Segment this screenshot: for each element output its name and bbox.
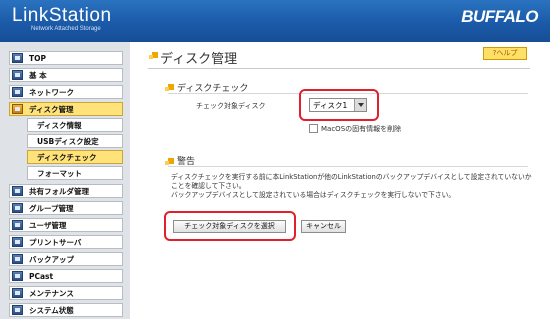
sidebar: TOP 基 本 ネットワーク ディスク管理 ディスク情報 USBディスク設定 デ… [0,42,130,319]
warning-text-line: ディスクチェックを実行する前に本LinkStationが他のLinkStatio… [171,173,532,181]
sidebar-item-label: 共有フォルダ管理 [29,187,89,196]
folder-icon [12,186,23,196]
sidebar-item-label: TOP [29,54,46,63]
macos-info-delete-label: MacOSの固有情報を削除 [321,125,402,133]
page-title: ディスク管理 [160,52,238,67]
group-icon [12,203,23,213]
linkstation-logo: LinkStation [12,5,112,26]
sidebar-subitem-label: USBディスク設定 [37,137,99,146]
sidebar-item-network[interactable]: ネットワーク [9,85,123,99]
sidebar-item-maintenance[interactable]: メンテナンス [9,286,123,300]
app-header: LinkStation Network Attached Storage BUF… [0,0,550,42]
sidebar-subitem-label: ディスク情報 [37,121,82,130]
help-button[interactable]: ?ヘルプ [483,47,527,60]
sidebar-item-backup[interactable]: バックアップ [9,252,123,266]
sidebar-item-label: バックアップ [29,255,74,264]
sidebar-item-label: メンテナンス [29,289,74,298]
select-target-disk-button[interactable]: チェック対象ディスクを選択 [173,220,286,233]
sidebar-item-label: ディスク管理 [29,105,74,114]
macos-info-delete-checkbox[interactable] [309,124,318,133]
section-divider [168,93,528,94]
basic-settings-icon [12,70,23,80]
cancel-button[interactable]: キャンセル [301,220,346,233]
target-disk-select[interactable]: ディスク1 [309,98,367,112]
section-bullet-icon [165,158,174,165]
user-icon [12,220,23,230]
sidebar-item-groups[interactable]: グループ管理 [9,201,123,215]
target-disk-label: チェック対象ディスク [196,102,266,110]
sidebar-subitem-label: ディスクチェック [37,153,97,162]
sidebar-subitem-usb-disk[interactable]: USBディスク設定 [27,134,123,148]
backup-icon [12,254,23,264]
logo-subtitle: Network Attached Storage [31,26,101,32]
sidebar-item-label: プリントサーバ [29,238,82,247]
network-icon [12,87,23,97]
sidebar-item-label: グループ管理 [29,204,74,213]
top-icon [12,53,23,63]
sidebar-item-basic[interactable]: 基 本 [9,68,123,82]
sidebar-item-label: ユーザ管理 [29,221,67,230]
sidebar-item-label: 基 本 [29,71,47,80]
sidebar-item-system-status[interactable]: システム状態 [9,303,123,317]
sidebar-subitem-disk-info[interactable]: ディスク情報 [27,118,123,132]
sidebar-item-label: システム状態 [29,306,74,315]
warning-text-line: ことを確認して下さい。 [171,182,246,190]
title-bullet-icon [149,52,158,59]
selected-disk-value: ディスク1 [313,101,348,110]
printer-icon [12,237,23,247]
sidebar-item-top[interactable]: TOP [9,51,123,65]
sidebar-item-label: ネットワーク [29,88,74,97]
sidebar-item-label: PCast [29,272,54,281]
warning-text-line: バックアップデバイスとして設定されている場合はディスクチェックを実行しないで下さ… [171,191,456,199]
sidebar-item-users[interactable]: ユーザ管理 [9,218,123,232]
status-icon [12,305,23,315]
sidebar-item-print-server[interactable]: プリントサーバ [9,235,123,249]
sidebar-item-pcast[interactable]: PCast [9,269,123,283]
sidebar-subitem-disk-check[interactable]: ディスクチェック [27,150,123,164]
chevron-down-icon[interactable] [354,99,366,111]
section-bullet-icon [165,84,174,91]
section-divider [168,166,528,167]
sidebar-subitem-format[interactable]: フォーマット [27,166,123,180]
pcast-icon [12,271,23,281]
title-divider [148,68,530,69]
buffalo-logo: BUFFALO [461,7,538,26]
sidebar-subitem-label: フォーマット [37,169,82,178]
maintenance-icon [12,288,23,298]
sidebar-item-shared-folders[interactable]: 共有フォルダ管理 [9,184,123,198]
sidebar-item-disk-management[interactable]: ディスク管理 [9,102,123,116]
disk-icon [12,104,23,114]
